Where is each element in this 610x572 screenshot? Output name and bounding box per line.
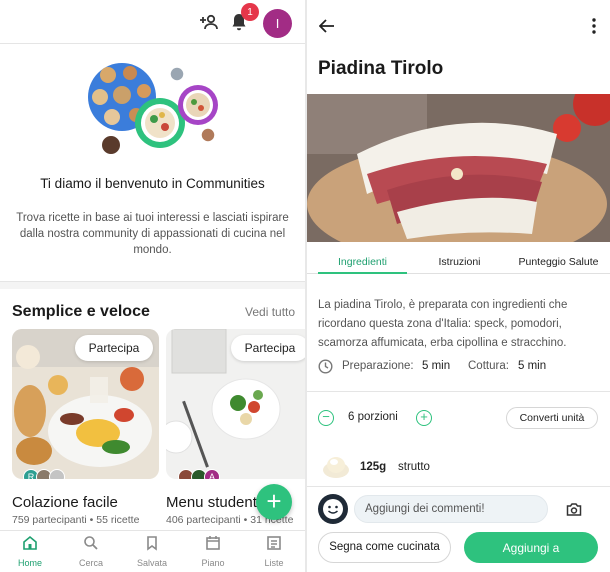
piadina-photo [307,94,610,242]
nav-lists[interactable]: Liste [244,535,304,568]
action-buttons: Segna come cucinata Aggiungi a [307,532,610,564]
calendar-icon [206,536,220,550]
join-button[interactable]: Partecipa [231,335,305,361]
prep-label: Preparazione: [342,360,414,372]
communities-illustration [88,63,218,156]
active-tab-indicator [318,272,407,274]
screen: 1 I Ti diamo il benvenuto in Communities… [0,0,610,572]
recipe-screen: Piadina Tirolo Ingredienti Istruzioni Pu… [307,0,610,572]
recipe-title: Piadina Tirolo [318,58,444,79]
ingredient-name: strutto [398,461,430,473]
section-separator [307,391,610,392]
lard-ingredient-icon [323,457,349,478]
comment-row: Aggiungi dei commenti! [307,492,610,526]
member-avatar [49,469,65,479]
mark-cooked-button[interactable]: Segna come cucinata [318,532,451,563]
add-to-button[interactable]: Aggiungi a [464,532,598,563]
list-icon [267,536,281,550]
notification-badge: 1 [241,3,259,21]
welcome-section: Ti diamo il benvenuto in Communities Tro… [0,45,305,281]
bottom-nav: Home Cerca Salvata Piano Liste [0,530,305,572]
comment-input[interactable]: Aggiungi dei commenti! [354,495,548,523]
top-bar: 1 I [0,0,305,44]
card-title: Colazione facile [12,494,118,511]
create-fab[interactable]: + [256,484,292,520]
community-card[interactable]: Partecipa R [12,329,159,479]
portion-count: 6 porzioni [348,411,398,423]
portion-row: − 6 porzioni + Converti unità [307,406,610,430]
home-icon [23,535,37,550]
card-subtitle: 759 partecipanti • 55 ricette [12,514,140,526]
see-all-link[interactable]: Vedi tutto [245,305,295,319]
join-button[interactable]: Partecipa [75,335,153,361]
tab-punteggio-salute[interactable]: Punteggio Salute [507,256,610,268]
nav-plan[interactable]: Piano [183,535,243,568]
section-separator [0,281,305,289]
nav-saved[interactable]: Salvata [122,535,182,568]
nav-label: Salvata [136,558,168,568]
clock-icon [318,359,333,374]
prep-value: 5 min [422,360,451,372]
more-options-icon[interactable] [587,16,601,36]
nav-label: Home [17,558,42,568]
communities-screen: 1 I Ti diamo il benvenuto in Communities… [0,0,305,572]
recipe-description: La piadina Tirolo, è preparata con ingre… [318,299,568,349]
time-row: Preparazione: 5 min Cottura: 5 min [318,358,603,376]
card-title: Menu studenti [166,494,261,511]
camera-icon[interactable] [565,500,583,518]
search-icon [84,536,98,550]
back-arrow-icon[interactable] [317,16,337,36]
decrease-portion-button[interactable]: − [318,410,334,426]
nav-home[interactable]: Home [0,535,60,568]
cook-label: Cottura: [468,360,509,372]
ingredient-row: 125g strutto [322,454,602,482]
tab-ingredienti[interactable]: Ingredienti [318,256,407,268]
section-title: Semplice e veloce [12,303,150,320]
welcome-subtitle: Trova ricette in base ai tuoi interessi … [16,212,289,256]
ingredient-amount: 125g [360,461,387,473]
smiley-icon[interactable] [318,494,348,524]
cook-value: 5 min [518,360,547,372]
user-avatar[interactable]: I [263,9,292,38]
community-card[interactable]: Partecipa A [166,329,305,479]
convert-units-button[interactable]: Converti unità [506,407,598,429]
recipe-photo [307,94,610,242]
nav-label: Piano [201,558,225,568]
bookmark-icon [147,536,157,551]
nav-search[interactable]: Cerca [61,535,121,568]
tab-istruzioni[interactable]: Istruzioni [417,256,502,268]
add-person-icon[interactable] [198,12,220,32]
welcome-title: Ti diamo il benvenuto in Communities [40,176,265,191]
increase-portion-button[interactable]: + [416,410,432,426]
member-avatar: A [204,469,220,479]
recipe-tabs: Ingredienti Istruzioni Punteggio Salute [307,250,610,274]
nav-label: Liste [264,558,284,568]
section-separator [307,486,610,487]
nav-label: Cerca [78,558,103,568]
